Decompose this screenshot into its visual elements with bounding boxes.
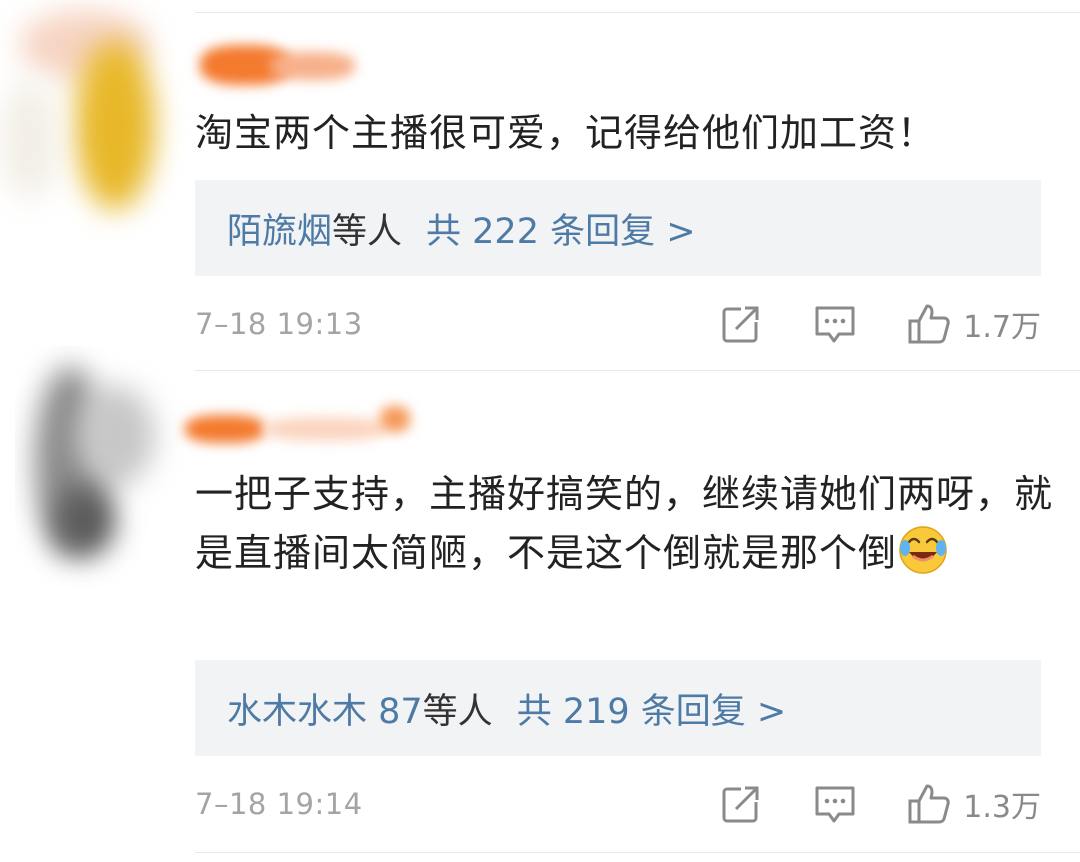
- like-count: 1.3万: [963, 790, 1041, 825]
- thumbs-up-icon[interactable]: [907, 302, 951, 346]
- comment-text: 一把子支持，主播好搞笑的，继续请她们两呀，就是直播间太简陋，不是这个倒就是那个倒: [195, 465, 1055, 583]
- reply-etc-label: 等人: [422, 691, 493, 732]
- reply-etc-label: 等人: [332, 211, 403, 252]
- like-count: 1.7万: [963, 310, 1041, 345]
- avatar[interactable]: [0, 0, 200, 240]
- laughing-tears-emoji-icon: [899, 526, 947, 574]
- bottom-divider: [195, 852, 1080, 853]
- comment-icon[interactable]: [813, 302, 857, 346]
- reply-summary-button[interactable]: 水木水木 87 等人 共 219 条回复 >: [195, 660, 1041, 756]
- like-button[interactable]: 1.7万: [907, 302, 1041, 346]
- comment-item: 一把子支持，主播好搞笑的，继续请她们两呀，就是直播间太简陋，不是这个倒就是那个倒…: [0, 366, 1080, 862]
- repost-icon[interactable]: [719, 302, 763, 346]
- username-redacted[interactable]: [185, 401, 415, 451]
- reply-count-link[interactable]: 共 219 条回复 >: [517, 683, 787, 734]
- reply-summary-button[interactable]: 陌旒烟 等人 共 222 条回复 >: [195, 180, 1041, 276]
- action-bar: 1.7万: [719, 294, 1041, 354]
- username-redacted[interactable]: [200, 40, 360, 90]
- comment-text: 淘宝两个主播很可爱，记得给他们加工资！: [195, 111, 937, 155]
- comment-meta: 7–18 19:13 1.7万: [195, 294, 1041, 354]
- reply-users[interactable]: 水木水木 87: [227, 683, 423, 734]
- timestamp: 7–18 19:13: [195, 307, 363, 341]
- comment-meta: 7–18 19:14 1.3万: [195, 774, 1041, 834]
- timestamp: 7–18 19:14: [195, 787, 363, 821]
- comment-icon[interactable]: [813, 782, 857, 826]
- comment-item: 淘宝两个主播很可爱，记得给他们加工资！ 陌旒烟 等人 共 222 条回复 > 7…: [0, 0, 1080, 370]
- repost-icon[interactable]: [719, 782, 763, 826]
- avatar[interactable]: [15, 346, 195, 596]
- reply-users[interactable]: 陌旒烟: [227, 203, 332, 254]
- thumbs-up-icon[interactable]: [907, 782, 951, 826]
- action-bar: 1.3万: [719, 774, 1041, 834]
- like-button[interactable]: 1.3万: [907, 782, 1041, 826]
- reply-count-link[interactable]: 共 222 条回复 >: [426, 203, 696, 254]
